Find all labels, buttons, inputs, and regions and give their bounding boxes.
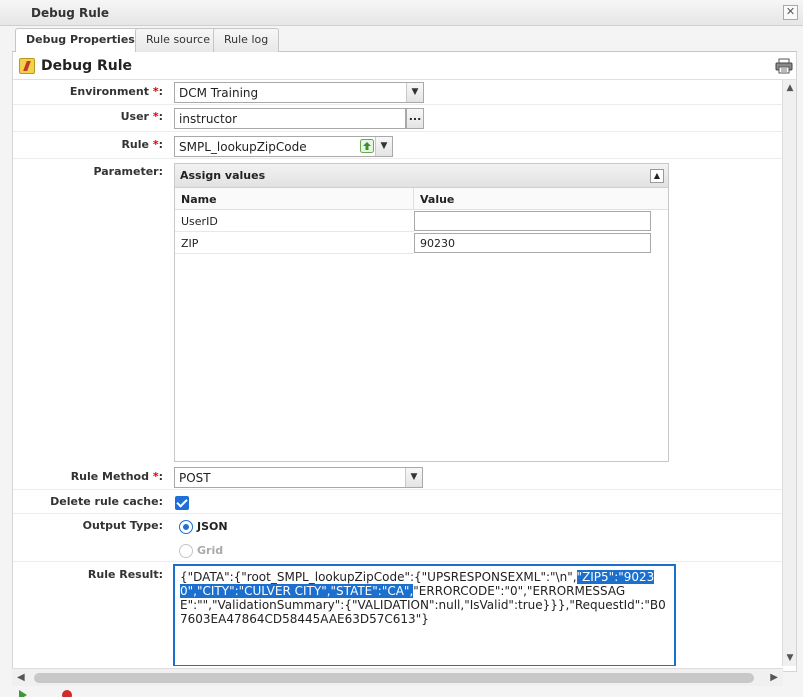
- environment-value: DCM Training: [179, 86, 259, 100]
- rule-result-label: Rule Result:: [87, 568, 163, 581]
- output-json-label[interactable]: JSON: [197, 520, 228, 533]
- rule-row: Rule *: SMPL_lookupZipCode ▼: [13, 132, 782, 159]
- environment-row: Environment *: DCM Training ▼: [13, 80, 782, 105]
- column-header-value[interactable]: Value: [414, 188, 668, 210]
- panel-title: Debug Rule: [41, 58, 133, 74]
- tab-rule-source[interactable]: Rule source: [135, 28, 221, 52]
- debug-rule-window: Debug Rule ✕ Debug Properties Rule sourc…: [0, 0, 803, 697]
- output-json-radio[interactable]: [179, 520, 193, 534]
- column-header-name[interactable]: Name: [175, 188, 414, 210]
- user-value: instructor: [179, 112, 238, 126]
- scrollbar-thumb[interactable]: [34, 673, 754, 683]
- rule-label: Rule *:: [121, 138, 163, 151]
- rule-select[interactable]: SMPL_lookupZipCode ▼: [174, 136, 393, 157]
- output-grid-label: Grid: [197, 544, 224, 557]
- collapse-icon[interactable]: ▲: [650, 169, 664, 183]
- printer-icon[interactable]: [775, 58, 793, 74]
- chevron-down-icon[interactable]: ▼: [375, 137, 392, 156]
- scroll-down-icon[interactable]: ▼: [785, 653, 795, 663]
- stop-icon[interactable]: [62, 690, 72, 697]
- chevron-down-icon[interactable]: ▼: [405, 468, 422, 487]
- rule-result-textarea[interactable]: {"DATA":{"root_SMPL_lookupZipCode":{"UPS…: [173, 564, 676, 666]
- rule-method-label: Rule Method *:: [70, 470, 163, 483]
- scroll-up-icon[interactable]: ▲: [785, 83, 795, 93]
- user-label: User *:: [120, 110, 163, 123]
- param-name-cell: ZIP: [175, 232, 414, 254]
- output-type-label: Output Type:: [82, 519, 163, 532]
- output-type-row: Output Type: JSON Grid: [13, 514, 782, 562]
- horizontal-scrollbar[interactable]: ◀ ▶: [12, 668, 783, 686]
- rule-method-row: Rule Method *: POST ▼: [13, 464, 782, 490]
- delete-cache-row: Delete rule cache:: [13, 490, 782, 514]
- grid-title: Assign values: [180, 169, 266, 182]
- parameter-label: Parameter:: [93, 165, 163, 178]
- rule-method-select[interactable]: POST ▼: [174, 467, 423, 488]
- debug-properties-panel: Debug Rule Environment *: DCM Training ▼: [12, 52, 797, 672]
- param-value-input[interactable]: [414, 211, 651, 231]
- delete-cache-label: Delete rule cache:: [50, 495, 163, 508]
- delete-cache-checkbox[interactable]: [175, 496, 189, 510]
- rule-open-icon[interactable]: [360, 139, 374, 153]
- rule-method-value: POST: [179, 471, 211, 485]
- user-row: User *: instructor ...: [13, 105, 782, 132]
- close-button[interactable]: ✕: [783, 5, 798, 20]
- grid-header: Assign values ▲: [175, 164, 668, 188]
- footer-toolbar: [12, 688, 797, 697]
- debug-form: Environment *: DCM Training ▼ User *: in…: [13, 80, 782, 666]
- tab-bar: Debug Properties Rule source Rule log: [12, 27, 797, 53]
- debug-rule-icon: [19, 58, 35, 74]
- title-bar[interactable]: Debug Rule ✕: [0, 0, 803, 26]
- panel-header: Debug Rule: [13, 52, 796, 80]
- result-text-before: {"DATA":{"root_SMPL_lookupZipCode":{"UPS…: [180, 570, 577, 584]
- vertical-scrollbar[interactable]: ▲ ▼: [782, 80, 796, 666]
- run-icon[interactable]: [18, 690, 28, 697]
- rule-value: SMPL_lookupZipCode: [179, 140, 307, 154]
- scroll-right-icon[interactable]: ▶: [770, 672, 778, 683]
- user-input[interactable]: instructor: [174, 108, 406, 129]
- environment-select[interactable]: DCM Training ▼: [174, 82, 424, 103]
- tab-rule-log[interactable]: Rule log: [213, 28, 280, 52]
- param-name-cell: UserID: [175, 210, 414, 232]
- output-grid-radio: [179, 544, 193, 558]
- chevron-down-icon[interactable]: ▼: [406, 83, 423, 102]
- window-title: Debug Rule: [31, 6, 110, 20]
- tab-debug-properties[interactable]: Debug Properties: [15, 28, 146, 53]
- assign-values-grid: Assign values ▲ Name Value UserID ZIP 90…: [174, 163, 669, 462]
- environment-label: Environment *:: [69, 85, 163, 98]
- user-browse-button[interactable]: ...: [406, 108, 424, 129]
- param-value-input[interactable]: 90230: [414, 233, 651, 253]
- scroll-left-icon[interactable]: ◀: [17, 672, 25, 683]
